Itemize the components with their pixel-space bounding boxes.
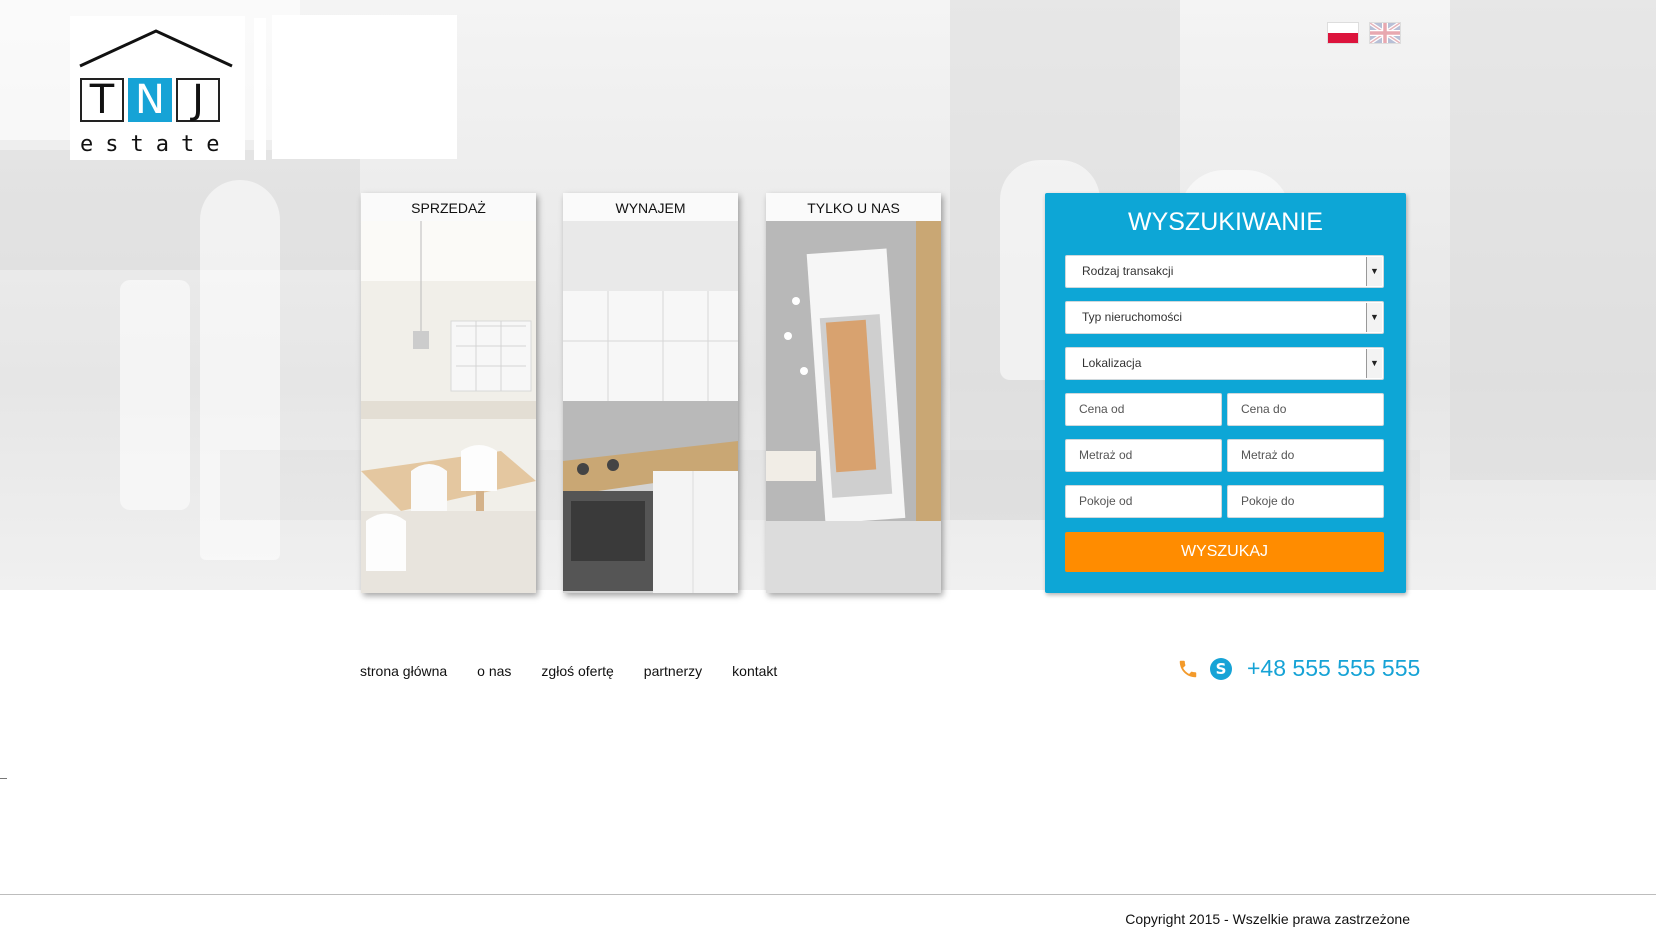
main-nav: strona główna o nas zgłoś ofertę partner…: [360, 663, 777, 679]
nav-submit-offer[interactable]: zgłoś ofertę: [541, 663, 613, 679]
card-exclusive-label: TYLKO U NAS: [766, 193, 941, 221]
logo-letter-n: N: [128, 78, 172, 122]
margin-tick: [0, 778, 7, 779]
card-sale-label: SPRZEDAŻ: [361, 193, 536, 221]
phone-number[interactable]: +48 555 555 555: [1247, 655, 1420, 682]
location-value: Lokalizacja: [1082, 356, 1142, 370]
nav-about[interactable]: o nas: [477, 663, 511, 679]
card-rent-image: [563, 221, 738, 593]
property-type-select[interactable]: Typ nieruchomości ▼: [1065, 301, 1384, 334]
location-select[interactable]: Lokalizacja ▼: [1065, 347, 1384, 380]
phone-icon: [1179, 660, 1197, 677]
logo-letters: T N J: [80, 78, 220, 122]
rooms-to-input[interactable]: Pokoje do: [1227, 485, 1384, 518]
card-exclusive-image: [766, 221, 941, 593]
nav-contact[interactable]: kontakt: [732, 663, 777, 679]
price-to-input[interactable]: Cena do: [1227, 393, 1384, 426]
card-rent-label: WYNAJEM: [563, 193, 738, 221]
card-rent[interactable]: WYNAJEM: [563, 193, 738, 593]
chevron-down-icon[interactable]: ▼: [1366, 349, 1382, 378]
search-title: WYSZUKIWANIE: [1128, 208, 1323, 236]
logo-letter-t: T: [80, 78, 124, 122]
card-sale-image: [361, 221, 536, 593]
property-type-value: Typ nieruchomości: [1082, 310, 1183, 324]
area-from-input[interactable]: Metraż od: [1065, 439, 1222, 472]
rooms-from-input[interactable]: Pokoje od: [1065, 485, 1222, 518]
search-button[interactable]: WYSZUKAJ: [1065, 532, 1384, 572]
contact-phone: S +48 555 555 555: [1177, 655, 1420, 682]
banner-edge: [254, 18, 266, 160]
flag-en-icon[interactable]: [1369, 22, 1401, 44]
footer-divider: [0, 894, 1656, 895]
copyright-text: Copyright 2015 - Wszelkie prawa zastrzeż…: [1125, 911, 1410, 927]
skype-icon[interactable]: S: [1209, 657, 1233, 681]
flag-pl-icon[interactable]: [1327, 22, 1359, 44]
chevron-down-icon[interactable]: ▼: [1366, 303, 1382, 332]
transaction-type-value: Rodzaj transakcji: [1082, 264, 1174, 278]
area-to-input[interactable]: Metraż do: [1227, 439, 1384, 472]
transaction-type-select[interactable]: Rodzaj transakcji ▼: [1065, 255, 1384, 288]
logo-letter-j: J: [176, 78, 220, 122]
roof-icon: [79, 29, 233, 68]
chevron-down-icon[interactable]: ▼: [1366, 257, 1382, 286]
svg-text:S: S: [1216, 660, 1227, 678]
search-panel: WYSZUKIWANIE Rodzaj transakcji ▼ Typ nie…: [1045, 193, 1406, 593]
card-sale[interactable]: SPRZEDAŻ: [361, 193, 536, 593]
site-logo[interactable]: T N J estate: [70, 16, 245, 160]
banner-placeholder: [272, 15, 457, 159]
nav-partners[interactable]: partnerzy: [644, 663, 702, 679]
card-exclusive[interactable]: TYLKO U NAS: [766, 193, 941, 593]
price-from-input[interactable]: Cena od: [1065, 393, 1222, 426]
nav-home[interactable]: strona główna: [360, 663, 447, 679]
logo-wordmark: estate: [80, 132, 232, 157]
